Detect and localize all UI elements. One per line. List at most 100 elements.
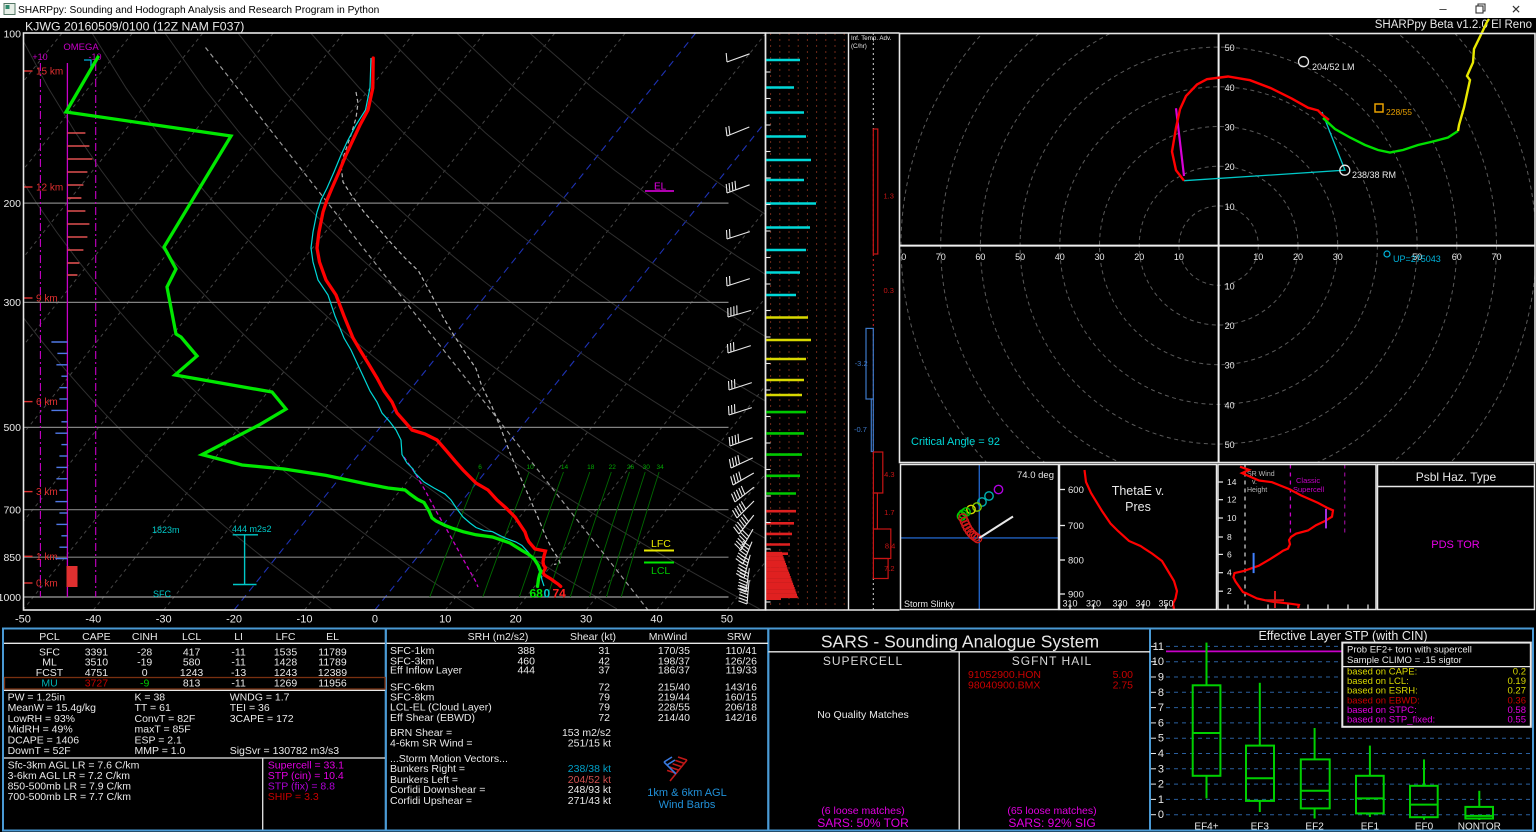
svg-text:based on STP_fixed:: based on STP_fixed: [1347, 715, 1435, 726]
svg-text:2: 2 [1158, 779, 1164, 791]
svg-text:Effective Layer STP (with CIN): Effective Layer STP (with CIN) [1258, 629, 1427, 643]
svg-text:26: 26 [627, 464, 635, 471]
svg-text:70: 70 [936, 252, 946, 262]
svg-text:SHARPpy Beta v1.2.0 El Reno: SHARPpy Beta v1.2.0 El Reno [1375, 19, 1532, 31]
svg-text:Storm Slinky: Storm Slinky [904, 599, 955, 609]
svg-text:EF4+: EF4+ [1194, 822, 1218, 832]
svg-text:18: 18 [587, 464, 595, 471]
svg-text:40: 40 [650, 614, 662, 626]
svg-text:Corfidi Upshear =: Corfidi Upshear = [390, 795, 472, 807]
svg-text:10: 10 [1227, 513, 1237, 523]
svg-text:12 km: 12 km [36, 183, 63, 194]
svg-text:40: 40 [1225, 83, 1235, 93]
svg-text:813: 813 [183, 678, 201, 690]
svg-text:MMP = 1.0: MMP = 1.0 [135, 745, 186, 757]
svg-text:228/55: 228/55 [1386, 107, 1412, 117]
svg-text:KJWG 20160509/0100 (12Z NA: KJWG 20160509/0100 (12Z NAM F037) [25, 20, 244, 34]
svg-text:186/37: 186/37 [658, 665, 690, 677]
svg-text:37: 37 [598, 665, 610, 677]
svg-text:SGFNT HAIL: SGFNT HAIL [1012, 654, 1092, 668]
svg-text:-0.7: -0.7 [854, 425, 867, 434]
svg-text:Pres: Pres [1125, 500, 1151, 514]
svg-text:30: 30 [1225, 361, 1235, 371]
svg-text:ThetaE v.: ThetaE v. [1112, 484, 1165, 498]
svg-text:1.7: 1.7 [884, 508, 894, 517]
svg-text:CINH: CINH [132, 631, 158, 643]
svg-text:✕: ✕ [1511, 3, 1521, 17]
svg-text:8: 8 [1158, 687, 1164, 699]
svg-text:238/38 RM: 238/38 RM [1352, 170, 1396, 180]
svg-text:30: 30 [643, 464, 651, 471]
svg-text:8.4: 8.4 [885, 542, 895, 551]
svg-text:SARS: 92% SIG: SARS: 92% SIG [1008, 816, 1095, 830]
svg-text:60: 60 [975, 252, 985, 262]
svg-text:10: 10 [526, 464, 534, 471]
svg-text:0: 0 [901, 252, 906, 262]
svg-text:MnWind: MnWind [649, 631, 688, 643]
svg-text:2: 2 [1227, 586, 1232, 596]
svg-text:-20: -20 [226, 614, 242, 626]
svg-text:20: 20 [1293, 252, 1303, 262]
svg-text:3727: 3727 [85, 678, 109, 690]
svg-text:74: 74 [553, 587, 567, 601]
svg-text:EF0: EF0 [1415, 822, 1434, 832]
svg-text:30: 30 [1333, 252, 1343, 262]
svg-text:72: 72 [598, 712, 610, 724]
svg-text:30: 30 [1094, 252, 1104, 262]
svg-text:3CAPE = 172: 3CAPE = 172 [230, 713, 294, 725]
svg-text:200: 200 [3, 198, 21, 210]
svg-text:Shear (kt): Shear (kt) [570, 631, 616, 643]
svg-text:4.3: 4.3 [884, 470, 894, 479]
svg-text:10: 10 [1225, 202, 1235, 212]
svg-text:14: 14 [561, 464, 569, 471]
svg-text:3: 3 [1158, 763, 1164, 775]
svg-text:444 m2s2: 444 m2s2 [232, 524, 272, 534]
svg-text:204/52 LM: 204/52 LM [1312, 62, 1355, 72]
svg-text:60: 60 [1452, 252, 1462, 262]
svg-text:700: 700 [1068, 521, 1084, 532]
svg-text:3 km: 3 km [36, 487, 58, 498]
svg-text:271/43 kt: 271/43 kt [568, 795, 611, 807]
svg-text:+10: +10 [32, 52, 47, 62]
svg-text:119/33: 119/33 [726, 665, 757, 677]
svg-text:SRH (m2/s2): SRH (m2/s2) [468, 631, 529, 643]
svg-text:MU: MU [41, 678, 57, 690]
svg-text:Inf. Temp. Adv.: Inf. Temp. Adv. [851, 35, 892, 42]
svg-text:20: 20 [1134, 252, 1144, 262]
svg-text:SHARPpy: Sounding and Hodograp: SHARPpy: Sounding and Hodograph Analysis… [18, 5, 379, 16]
svg-text:1000: 1000 [0, 592, 21, 604]
svg-text:7.2: 7.2 [884, 564, 894, 573]
svg-text:SHIP = 3.3: SHIP = 3.3 [268, 791, 319, 803]
svg-text:SFC: SFC [153, 589, 172, 599]
svg-text:700: 700 [3, 505, 21, 517]
svg-text:1269: 1269 [274, 678, 298, 690]
svg-text:1km & 6km AGL: 1km & 6km AGL [647, 787, 726, 799]
svg-text:600: 600 [1068, 485, 1084, 496]
svg-text:LCL: LCL [651, 565, 670, 577]
svg-text:-9: -9 [140, 678, 149, 690]
svg-text:Wind Barbs: Wind Barbs [659, 799, 716, 811]
svg-text:50: 50 [721, 614, 733, 626]
svg-text:Prob EF2+ torn with supercell: Prob EF2+ torn with supercell [1347, 645, 1472, 656]
svg-text:11956: 11956 [318, 678, 347, 690]
svg-text:20: 20 [1225, 162, 1235, 172]
svg-text:0: 0 [372, 614, 378, 626]
svg-text:850: 850 [3, 552, 21, 564]
svg-text:20: 20 [510, 614, 522, 626]
svg-text:UP=275043: UP=275043 [1393, 254, 1441, 264]
svg-text:142/16: 142/16 [725, 712, 757, 724]
svg-text:Eff Shear (EBWD): Eff Shear (EBWD) [390, 712, 475, 724]
svg-text:EF2: EF2 [1305, 822, 1324, 832]
svg-text:-50: -50 [15, 614, 31, 626]
svg-text:SARS: 50% TOR: SARS: 50% TOR [817, 816, 909, 830]
svg-text:50: 50 [1015, 252, 1025, 262]
svg-text:100: 100 [3, 28, 21, 40]
svg-text:0: 0 [1158, 809, 1164, 821]
svg-text:8: 8 [1227, 532, 1232, 542]
svg-text:No Quality Matches: No Quality Matches [817, 709, 909, 721]
svg-text:LCL: LCL [182, 631, 201, 643]
svg-text:30: 30 [1225, 123, 1235, 133]
svg-text:214/40: 214/40 [658, 712, 690, 724]
svg-text:10: 10 [1174, 252, 1184, 262]
svg-text:Classic: Classic [1296, 476, 1320, 485]
